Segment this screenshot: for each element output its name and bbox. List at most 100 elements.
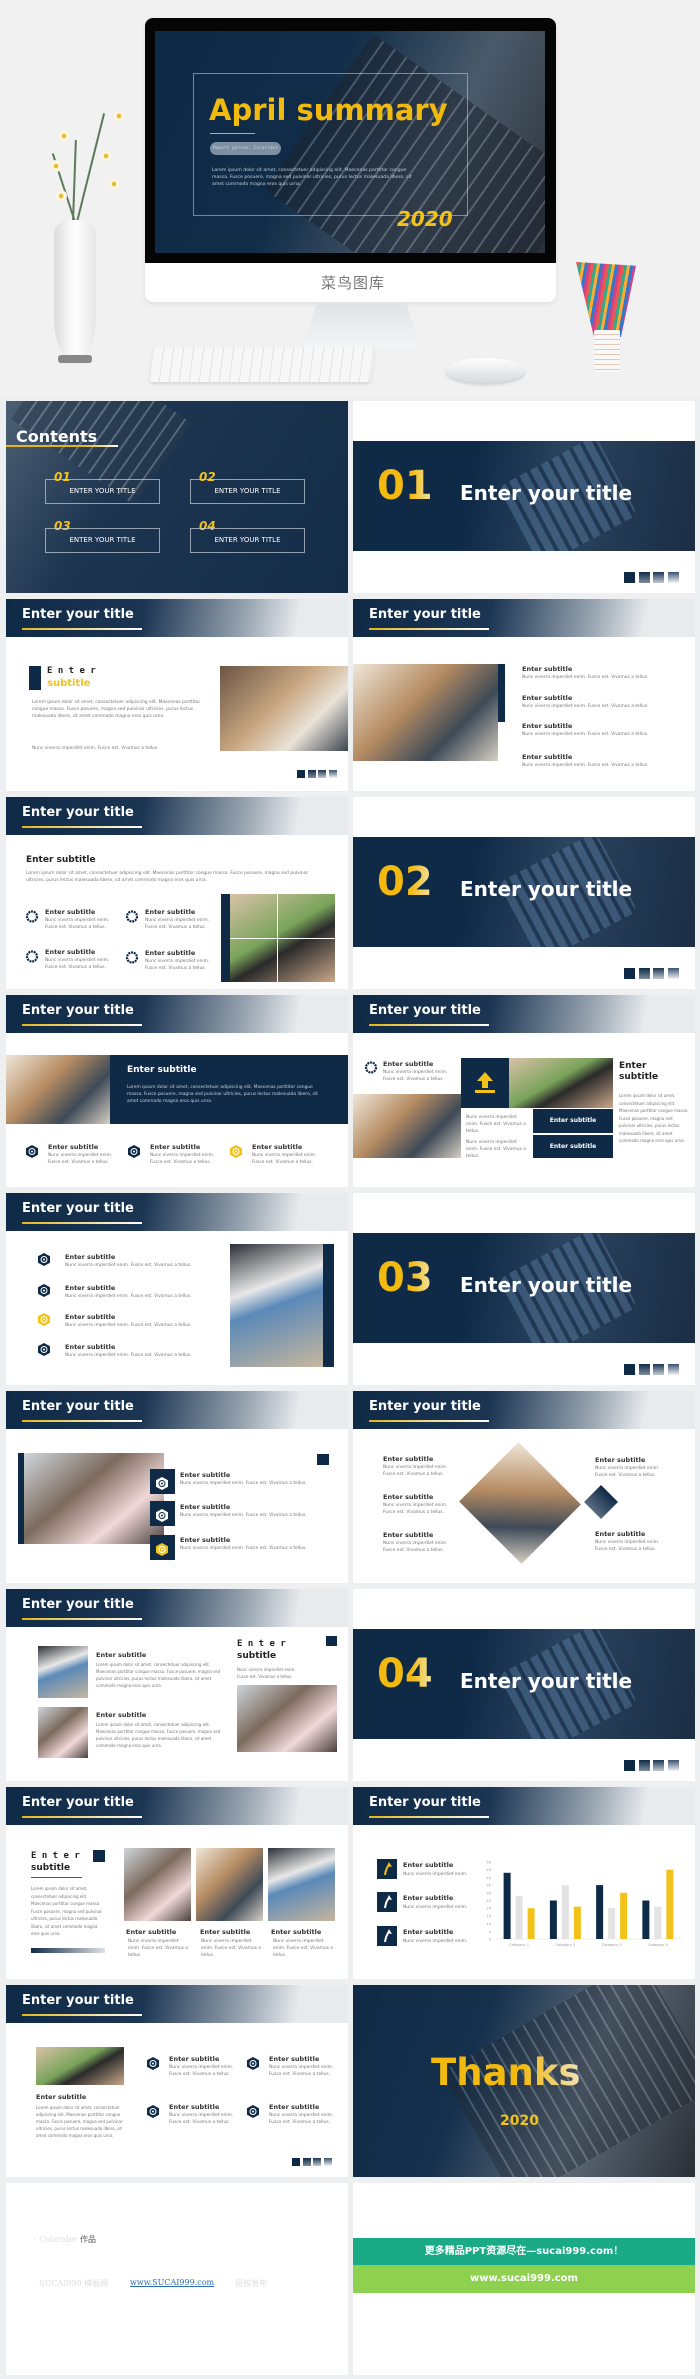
hexagon-icon — [38, 1282, 50, 1297]
slide-mosaic[interactable]: Enter your title Enter subtitle Nunc viv… — [353, 995, 695, 1187]
upload-icon — [475, 1072, 495, 1093]
item-subtitle: Enter subtitle — [269, 2103, 320, 2111]
item-desc: Nunc viverra imperdiet enim. Fusce est. … — [201, 1939, 261, 1958]
slide-promo[interactable]: 更多精品PPT资源尽在—sucai999.com！ www.sucai999.c… — [353, 2183, 695, 2375]
flower-stem — [72, 140, 77, 223]
slide-credits[interactable]: · Colarider 作品 · SUCAI999 模板网 www.SUCAI9… — [6, 2183, 348, 2375]
slide-section-03[interactable]: 03 Enter your title — [353, 1193, 695, 1385]
hexagon-icon — [247, 2103, 259, 2118]
item-subtitle: Enter subtitle — [200, 1928, 251, 1936]
hexagon-icon — [147, 2055, 159, 2070]
heading-subtitle: subtitle — [47, 678, 91, 689]
gallery-photo — [124, 1848, 191, 1921]
trend-arrow-icon — [377, 1926, 397, 1946]
slide-title: Enter your title — [22, 1597, 134, 1612]
bar — [596, 1885, 604, 1939]
slide-people[interactable]: Enter your title Enter subtitle Lorem ip… — [6, 1589, 348, 1781]
slide-hex-list[interactable]: Enter your title Enter subtitle Nunc viv… — [6, 1193, 348, 1385]
item-subtitle: Enter subtitle — [271, 1928, 322, 1936]
item-subtitle: Enter subtitle — [269, 2055, 320, 2063]
slide-list[interactable]: Enter your title Enter subtitle Nunc viv… — [353, 599, 695, 791]
slide-chart[interactable]: Enter your title Enter subtitle Nunc viv… — [353, 1787, 695, 1979]
heading-enter: Enter — [619, 1061, 647, 1071]
slide-header: Enter your title — [6, 1589, 348, 1627]
slide-thanks[interactable]: Thanks 2020 — [353, 1985, 695, 2177]
trend-arrow-icon — [377, 1859, 397, 1879]
thanks-title: Thanks — [431, 2051, 581, 2094]
paragraph: Nunc viverra imperdiet enim. Fusce est. … — [32, 746, 159, 751]
bar-chart: 0 5 10 15 20 25 30 35 40 45 50 Category 1 Category 2… — [486, 1861, 681, 1947]
item-subtitle: Enter subtitle — [65, 1253, 116, 1261]
slide-banner[interactable]: Enter your title Enter subtitle Lorem ip… — [6, 995, 348, 1187]
hexagon-icon — [147, 2103, 159, 2118]
section-number: 02 — [377, 859, 433, 905]
item-subtitle: Enter subtitle — [126, 1928, 177, 1936]
notebook-photo — [230, 1244, 323, 1367]
slide-gallery[interactable]: Enter your title E n t e r subtitle Lore… — [6, 1787, 348, 1979]
slide-four-points[interactable]: Enter your title Enter subtitle Lorem ip… — [6, 797, 348, 989]
hexagon-icon — [38, 1311, 50, 1326]
y-tick-label: 40 — [486, 1876, 491, 1880]
section-title: Enter your title — [460, 1273, 633, 1297]
slide-title: Enter your title — [22, 1201, 134, 1216]
contents-item[interactable]: ENTER YOUR TITLE — [190, 479, 305, 504]
office-photo — [353, 664, 498, 761]
item-desc: Nunc viverra imperdiet enim. Fusce est. … — [180, 1513, 307, 1518]
author-name: · Colarider — [34, 2235, 78, 2244]
promo-url[interactable]: www.sucai999.com — [353, 2265, 695, 2293]
item-desc: Nunc viverra imperdiet enim. Fusce est. … — [145, 959, 210, 971]
credit-line: · Colarider 作品 — [34, 2234, 96, 2245]
item-subtitle: Enter subtitle — [383, 1493, 434, 1501]
paragraph: Lorem ipsum dolor sit amet, consectetuer… — [26, 871, 309, 883]
item-desc: Nunc viverra imperdiet enim. Fusce est. … — [273, 1939, 333, 1958]
slide-header: Enter your title — [6, 797, 348, 835]
ring-icon — [125, 949, 139, 964]
item-desc: Nunc viverra imperdiet enim. Fusce est. … — [522, 763, 649, 768]
item-subtitle: Enter subtitle — [150, 1143, 201, 1151]
slide-header: Enter your title — [353, 1391, 695, 1429]
desk-photo — [6, 1055, 110, 1124]
slide-intro[interactable]: Enter your title E n t e r subtitle Lore… — [6, 599, 348, 791]
hero-mockup: April summary Report person: Colarider L… — [0, 0, 700, 396]
y-tick-label: 25 — [486, 1899, 491, 1903]
hexagon-icon — [156, 1475, 168, 1490]
title-underline — [6, 445, 118, 447]
site-link[interactable]: www.SUCAI999.com — [130, 2278, 214, 2287]
cover-title: April summary — [209, 93, 448, 127]
y-tick-label: 50 — [486, 1861, 491, 1865]
cover-year: 2020 — [397, 207, 453, 231]
bar — [642, 1900, 650, 1939]
item-desc: Nunc viverra imperdiet enim. Fusce est. … — [269, 2113, 334, 2125]
slide-tablet[interactable]: Enter your title Enter subtitle Nunc viv… — [6, 1391, 348, 1583]
site-name: · SUCAI999 模板网 — [34, 2279, 109, 2288]
slide-section-01[interactable]: 01 Enter your title — [353, 401, 695, 593]
slide-title: Enter your title — [22, 805, 134, 820]
contents-item[interactable]: ENTER YOUR TITLE — [190, 528, 305, 553]
slide-header: Enter your title — [353, 995, 695, 1033]
slide-section-02[interactable]: 02 Enter your title — [353, 797, 695, 989]
hexagon-icon — [156, 1541, 168, 1556]
accent-square — [317, 1454, 329, 1465]
section-number: 04 — [377, 1651, 433, 1697]
slide-contents[interactable]: Contents 01 ENTER YOUR TITLE 02 ENTER YO… — [6, 401, 348, 593]
slide-features[interactable]: Enter your title Enter subtitle Lorem ip… — [6, 1985, 348, 2177]
contents-item[interactable]: ENTER YOUR TITLE — [45, 479, 160, 504]
contents-item[interactable]: ENTER YOUR TITLE — [45, 528, 160, 553]
person-photo — [38, 1646, 88, 1698]
slide-section-04[interactable]: 04 Enter your title — [353, 1589, 695, 1781]
hexagon-icon — [26, 1143, 38, 1158]
slide-title: Enter your title — [369, 1003, 481, 1018]
section-band: 01 Enter your title — [353, 441, 695, 551]
section-title: Enter your title — [460, 1669, 633, 1693]
bar — [573, 1906, 581, 1939]
paragraph: Lorem ipsum dolor sit amet, consectetuer… — [619, 1093, 689, 1143]
bar — [620, 1892, 628, 1939]
icon-tile — [150, 1469, 175, 1494]
hexagon-icon — [230, 1143, 242, 1158]
item-subtitle: Enter subtitle — [522, 665, 573, 673]
subtitle-tile: Enter subtitle — [533, 1109, 613, 1133]
subtitle-tile: Enter subtitle — [533, 1135, 613, 1158]
bar — [608, 1908, 616, 1939]
slide-diamond[interactable]: Enter your title Enter subtitle Nunc viv… — [353, 1391, 695, 1583]
y-tick-label: 30 — [486, 1891, 491, 1895]
